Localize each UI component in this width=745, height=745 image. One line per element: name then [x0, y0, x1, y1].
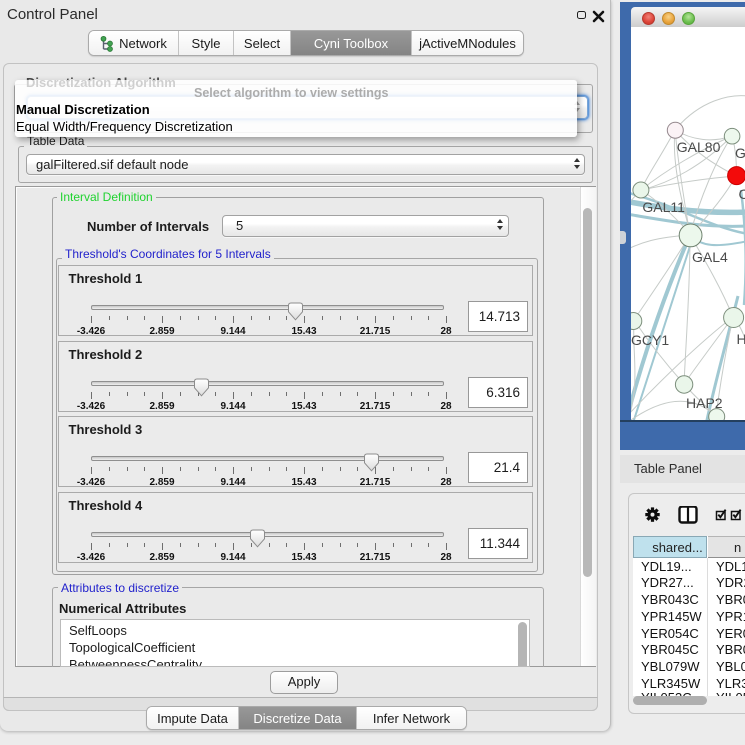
svg-text:GCY1: GCY1: [631, 332, 669, 348]
svg-text:GA: GA: [735, 145, 745, 161]
svg-text:GAL4: GAL4: [692, 249, 728, 265]
svg-text:C: C: [739, 186, 745, 202]
svg-text:GAL11: GAL11: [642, 199, 685, 215]
svg-text:H: H: [737, 331, 745, 347]
svg-text:HAP2: HAP2: [686, 395, 723, 411]
svg-text:GAL80: GAL80: [677, 139, 721, 155]
